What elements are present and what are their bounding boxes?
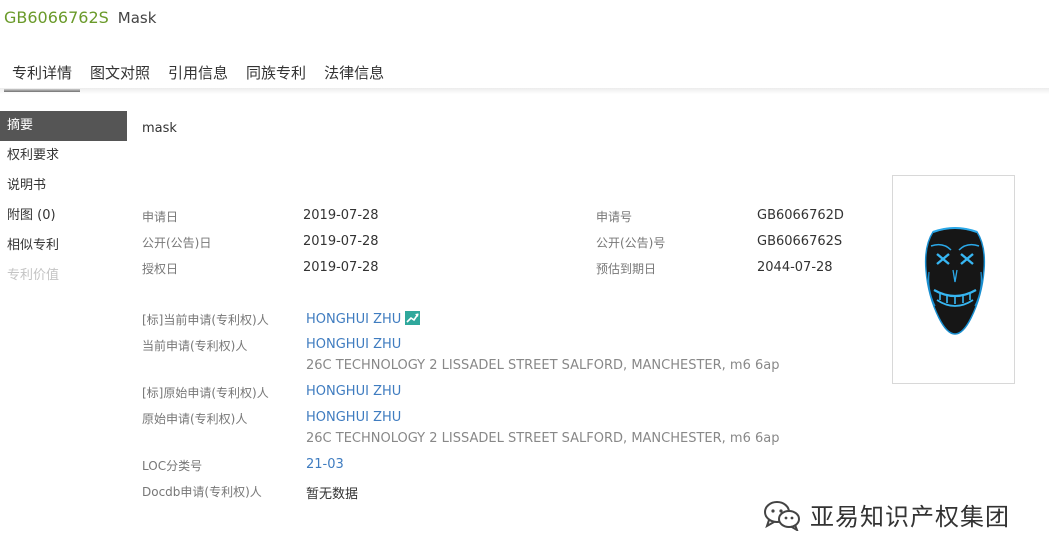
sidebar-item-claims[interactable]: 权利要求 [0, 141, 127, 171]
publication-number-value: GB6066762S [757, 234, 843, 249]
patent-header: GB6066762S Mask [4, 8, 156, 30]
watermark-text: 亚易知识产权集团 [810, 503, 1010, 531]
tab-bar-divider [0, 88, 1049, 94]
sidebar-item-figures[interactable]: 附图 (0) [0, 201, 127, 231]
docdb-applicant-value: 暂无数据 [306, 487, 359, 502]
sidebar-item-value: 专利价值 [7, 268, 60, 283]
application-number-value: GB6066762D [757, 208, 844, 223]
watermark: 亚易知识产权集团 [762, 497, 1010, 532]
docdb-applicant-label: Docdb申请(专利权)人 [142, 485, 262, 499]
original-applicant-label: 原始申请(专利权)人 [142, 412, 248, 426]
section-sidebar: 摘要 权利要求 说明书 附图 (0) 相似专利 专利价值 [0, 111, 127, 291]
grant-date-label: 授权日 [142, 262, 179, 276]
current-applicant-address: 26C TECHNOLOGY 2 LISSADEL STREET SALFORD… [306, 358, 780, 373]
grant-date-value: 2019-07-28 [303, 260, 379, 275]
patent-number: GB6066762S [4, 8, 109, 27]
trend-chart-icon[interactable] [405, 311, 421, 325]
original-applicant-link[interactable]: HONGHUI ZHU [306, 410, 401, 425]
current-applicant-label: 当前申请(专利权)人 [142, 339, 248, 353]
sidebar-item-abstract[interactable]: 摘要 [0, 111, 127, 141]
current-applicant-link[interactable]: HONGHUI ZHU [306, 337, 401, 352]
sidebar-item-description[interactable]: 说明书 [0, 171, 127, 201]
publication-number-label: 公开(公告)号 [596, 236, 666, 250]
publication-date-label: 公开(公告)日 [142, 236, 212, 250]
expiry-date-value: 2044-07-28 [757, 260, 833, 275]
std-original-applicant-link[interactable]: HONGHUI ZHU [306, 384, 401, 399]
application-date-label: 申请日 [142, 210, 179, 224]
patent-title: Mask [117, 9, 157, 27]
expiry-date-label: 预估到期日 [596, 262, 657, 276]
abstract-text: mask [142, 121, 177, 136]
application-number-label: 申请号 [596, 210, 633, 224]
publication-date-value: 2019-07-28 [303, 234, 379, 249]
std-original-applicant-label: [标]原始申请(专利权)人 [142, 386, 269, 400]
loc-class-link[interactable]: 21-03 [306, 457, 344, 472]
std-current-applicant-label: [标]当前申请(专利权)人 [142, 313, 269, 327]
std-current-applicant-link[interactable]: HONGHUI ZHU [306, 312, 401, 327]
loc-class-label: LOC分类号 [142, 459, 203, 473]
sidebar-item-similar[interactable]: 相似专利 [0, 231, 127, 261]
std-current-applicant-row: HONGHUI ZHU [306, 311, 421, 327]
application-date-value: 2019-07-28 [303, 208, 379, 223]
design-image-frame[interactable] [892, 175, 1015, 384]
wechat-icon [764, 500, 800, 531]
mask-image [924, 227, 986, 335]
original-applicant-address: 26C TECHNOLOGY 2 LISSADEL STREET SALFORD… [306, 431, 780, 446]
